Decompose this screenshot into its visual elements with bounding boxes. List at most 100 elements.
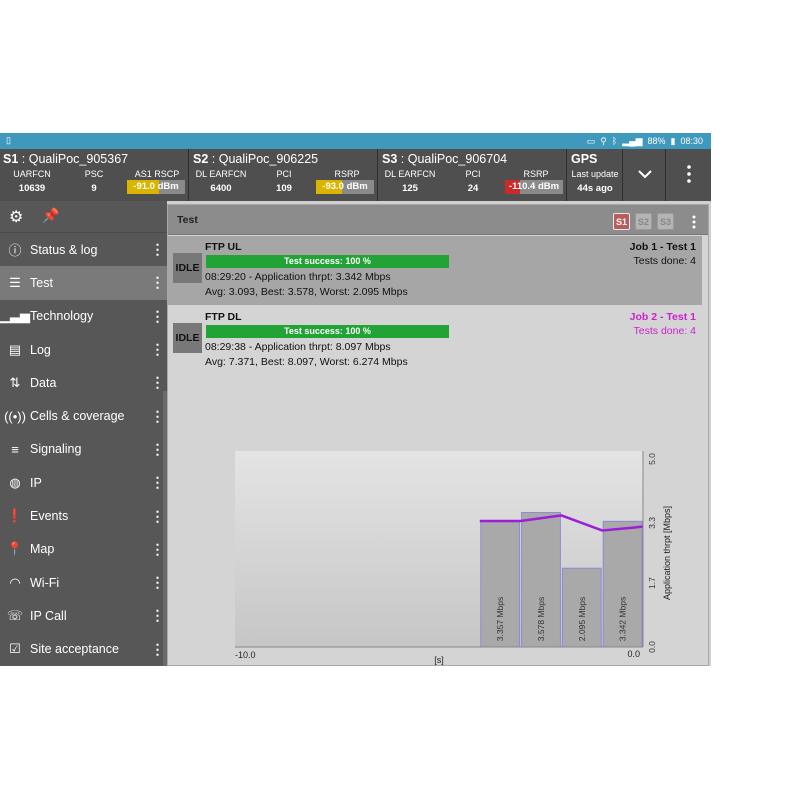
more-vert-icon[interactable]: ⋮ xyxy=(147,374,167,391)
sidebar-item-label: Wi-Fi xyxy=(30,575,60,590)
sidebar-toolbar: ⚙ 📌 xyxy=(0,201,167,233)
y-tick-label-1: 1.7 xyxy=(647,577,657,589)
pin-icon[interactable]: 📌 xyxy=(42,207,59,224)
alert-icon: ❗ xyxy=(6,508,24,524)
notification-icon: ▯ xyxy=(6,135,11,145)
s2-c2-value: 109 xyxy=(276,183,292,194)
job-ftp-dl[interactable]: FTP DL IDLE Test success: 100 % 08:29:38… xyxy=(168,306,702,375)
more-vert-icon[interactable] xyxy=(686,212,702,232)
sidebar-item-label: Cells & coverage xyxy=(30,409,125,424)
gps-label: Last update xyxy=(571,169,619,179)
sidebar-item-label: Events xyxy=(30,509,69,524)
sidebar-item-ip-call[interactable]: ☏ IP Call ⋮ xyxy=(0,599,167,632)
sidebar-item-label: IP xyxy=(30,475,42,490)
info-icon: ⓘ xyxy=(8,243,22,259)
chart-bar-label-3: 3.342 Mbps xyxy=(618,597,628,641)
status-bar: ▯ ▭ ⚲ ᛒ ▂▄▆ 88% ▮ 08:30 xyxy=(0,133,711,149)
sidebar-item-label: Test xyxy=(30,275,53,290)
cast-icon: ▭ xyxy=(586,136,596,146)
job-throughput: 08:29:38 - Application thrpt: 8.097 Mbps xyxy=(205,341,391,353)
sidebar-item-data[interactable]: ⇅ Data ⋮ xyxy=(0,366,167,399)
test-panel-title: Test xyxy=(177,214,198,226)
y-tick-label-3: 5.0 xyxy=(647,453,657,465)
chart-bar-label-0: 3.357 Mbps xyxy=(495,597,505,641)
throughput-chart: 3.357 Mbps 3.578 Mbps 2.095 Mbps 3.342 Mbps… xyxy=(235,451,672,665)
checkbox-icon: ☑ xyxy=(9,641,21,657)
probe-s2-name: : QualiPoc_906225 xyxy=(208,152,319,166)
sidebar-item-label: Site acceptance xyxy=(30,642,119,657)
sidebar-item-ip[interactable]: ◍ IP ⋮ xyxy=(0,466,167,499)
sidebar-item-cells-coverage[interactable]: ((•)) Cells & coverage ⋮ xyxy=(0,399,167,432)
more-vert-icon[interactable]: ⋮ xyxy=(147,341,167,358)
y-axis-label: Application thrpt [Mbps] xyxy=(662,506,672,600)
tab-s3[interactable]: S3 xyxy=(657,213,674,230)
job-tests-done: Tests done: 4 xyxy=(633,325,696,337)
probe-s1-label: S1 xyxy=(3,152,19,166)
battery-percent: 88% xyxy=(647,136,666,146)
s3-c1-value: 125 xyxy=(402,183,418,194)
gps-block[interactable]: GPS Last update 44s ago xyxy=(568,149,623,201)
sidebar-item-events[interactable]: ❗ Events ⋮ xyxy=(0,499,167,532)
bluetooth-icon: ᛒ xyxy=(611,136,618,146)
sidebar-item-wifi[interactable]: ◠ Wi-Fi ⋮ xyxy=(0,566,167,599)
probe-s3[interactable]: S3 : QualiPoc_906704 DL EARFCN 125 PCI 2… xyxy=(379,149,567,201)
signal-icon: ▂▄▆ xyxy=(622,136,643,146)
probe-s1[interactable]: S1 : QualiPoc_905367 UARFCN 10639 PSC 9 … xyxy=(0,149,189,201)
sidebar-item-label: Status & log xyxy=(30,242,98,257)
s1-c1-label: UARFCN xyxy=(13,169,51,179)
sidebar-item-map[interactable]: 📍 Map ⋮ xyxy=(0,533,167,566)
job-tests-done: Tests done: 4 xyxy=(633,255,696,267)
job-stats: Avg: 3.093, Best: 3.578, Worst: 2.095 Mb… xyxy=(205,286,408,298)
more-vert-icon[interactable]: ⋮ xyxy=(147,241,167,258)
sidebar-item-log[interactable]: ▤ Log ⋮ xyxy=(0,333,167,366)
location-icon: ⚲ xyxy=(600,136,607,146)
sidebar-item-label: Signaling xyxy=(30,442,82,457)
sidebar-nav: ⓘ Status & log ⋮ ☰ Test ⋮ ▁▃▅ Technology ⋮ ▤ Lo… xyxy=(0,233,167,666)
y-tick-label-0: 0.0 xyxy=(647,641,657,653)
tab-s1[interactable]: S1 xyxy=(613,213,630,230)
job-name: FTP UL xyxy=(205,241,242,253)
sidebar-item-label: Log xyxy=(30,342,51,357)
s3-c2-label: PCI xyxy=(465,169,481,179)
more-vert-icon[interactable]: ⋮ xyxy=(147,274,167,291)
job-title: Job 1 - Test 1 xyxy=(629,241,696,253)
gear-icon[interactable]: ⚙ xyxy=(9,207,23,227)
job-state-badge: IDLE xyxy=(173,253,202,283)
s1-c3-value: -91.0 dBm xyxy=(133,181,179,192)
gps-title: GPS xyxy=(571,152,598,166)
job-throughput: 08:29:20 - Application thrpt: 3.342 Mbps xyxy=(205,271,391,283)
probe-s3-name: : QualiPoc_906704 xyxy=(397,152,508,166)
gps-value: 44s ago xyxy=(577,183,613,194)
job-title: Job 2 - Test 1 xyxy=(629,311,696,323)
s2-c1-value: 6400 xyxy=(210,183,232,194)
job-state-badge: IDLE xyxy=(173,323,202,353)
test-panel-toolbar: Test S1 S2 S3 xyxy=(168,205,708,235)
more-vert-icon[interactable]: ⋮ xyxy=(147,308,167,325)
battery-icon: ▮ xyxy=(670,136,676,146)
sidebar-item-signaling[interactable]: ≡ Signaling ⋮ xyxy=(0,433,167,466)
sidebar-item-technology[interactable]: ▁▃▅ Technology ⋮ xyxy=(0,300,167,333)
sidebar-item-label: Data xyxy=(30,375,57,390)
sidebar-item-status-log[interactable]: ⓘ Status & log ⋮ xyxy=(0,233,167,266)
s2-c1-label: DL EARFCN xyxy=(195,169,247,179)
sidebar-item-test[interactable]: ☰ Test ⋮ xyxy=(0,266,167,300)
job-ftp-ul[interactable]: FTP UL IDLE Test success: 100 % 08:29:20… xyxy=(168,236,702,305)
updown-arrows-icon: ⇅ xyxy=(9,374,21,390)
job-stats: Avg: 7.371, Best: 8.097, Worst: 6.274 Mb… xyxy=(205,356,408,368)
header-menu-button[interactable] xyxy=(667,149,711,201)
test-panel: Test S1 S2 S3 FTP UL IDLE Test success: … xyxy=(167,204,709,666)
probe-s2[interactable]: S2 : QualiPoc_906225 DL EARFCN 6400 PCI … xyxy=(190,149,378,201)
s1-c2-value: 9 xyxy=(91,183,97,194)
sidebar-item-site-acceptance[interactable]: ☑ Site acceptance ⋮ xyxy=(0,633,167,666)
s1-signal-meter: -91.0 dBm xyxy=(127,180,185,194)
tab-s2[interactable]: S2 xyxy=(635,213,652,230)
chart-bar-label-2: 2.095 Mbps xyxy=(577,597,587,641)
phone-icon: ☏ xyxy=(6,607,24,623)
expand-header-button[interactable] xyxy=(624,149,666,201)
s3-c3-label: RSRP xyxy=(523,169,549,179)
s2-signal-meter: -93.0 dBm xyxy=(316,180,374,194)
probe-s3-label: S3 xyxy=(382,152,398,166)
clock: 08:30 xyxy=(680,136,703,146)
wifi-icon: ◠ xyxy=(9,574,21,590)
globe-icon: ◍ xyxy=(9,474,21,490)
